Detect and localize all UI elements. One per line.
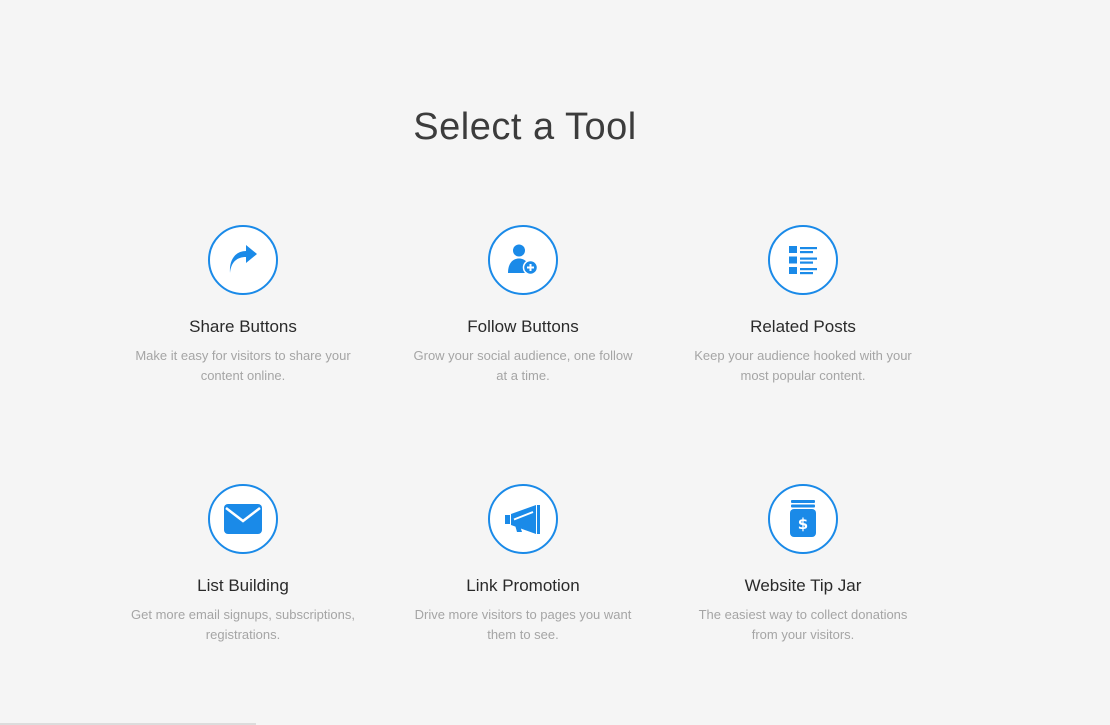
- tool-card-share-buttons[interactable]: Share Buttons Make it easy for visitors …: [123, 225, 363, 386]
- tool-description: Grow your social audience, one follow at…: [413, 348, 633, 383]
- tool-name: List Building: [197, 576, 289, 595]
- tool-description: Keep your audience hooked with your most…: [694, 348, 912, 383]
- tool-card-list-building[interactable]: List Building Get more email signups, su…: [123, 484, 363, 645]
- tool-description: The easiest way to collect donations fro…: [698, 607, 908, 642]
- tool-name: Related Posts: [750, 317, 856, 336]
- tool-card-link-promotion[interactable]: Link Promotion Drive more visitors to pa…: [403, 484, 643, 645]
- envelope-icon: [208, 484, 278, 554]
- megaphone-icon: [488, 484, 558, 554]
- tip-jar-icon: $: [768, 484, 838, 554]
- page-title: Select a Tool: [413, 106, 637, 148]
- tool-name: Follow Buttons: [467, 317, 579, 336]
- list-icon: [768, 225, 838, 295]
- svg-text:$: $: [798, 515, 808, 533]
- tool-card-website-tip-jar[interactable]: $ Website Tip Jar The easiest way to col…: [683, 484, 923, 645]
- share-arrow-icon: [208, 225, 278, 295]
- tool-card-follow-buttons[interactable]: Follow Buttons Grow your social audience…: [403, 225, 643, 386]
- tool-description: Make it easy for visitors to share your …: [135, 348, 351, 383]
- tool-card-related-posts[interactable]: Related Posts Keep your audience hooked …: [683, 225, 923, 386]
- tool-description: Get more email signups, subscriptions, r…: [131, 607, 355, 642]
- tool-description: Drive more visitors to pages you want th…: [414, 607, 632, 642]
- tool-name: Link Promotion: [466, 576, 580, 595]
- add-user-icon: [488, 225, 558, 295]
- tool-name: Share Buttons: [189, 317, 297, 336]
- tool-name: Website Tip Jar: [744, 576, 862, 595]
